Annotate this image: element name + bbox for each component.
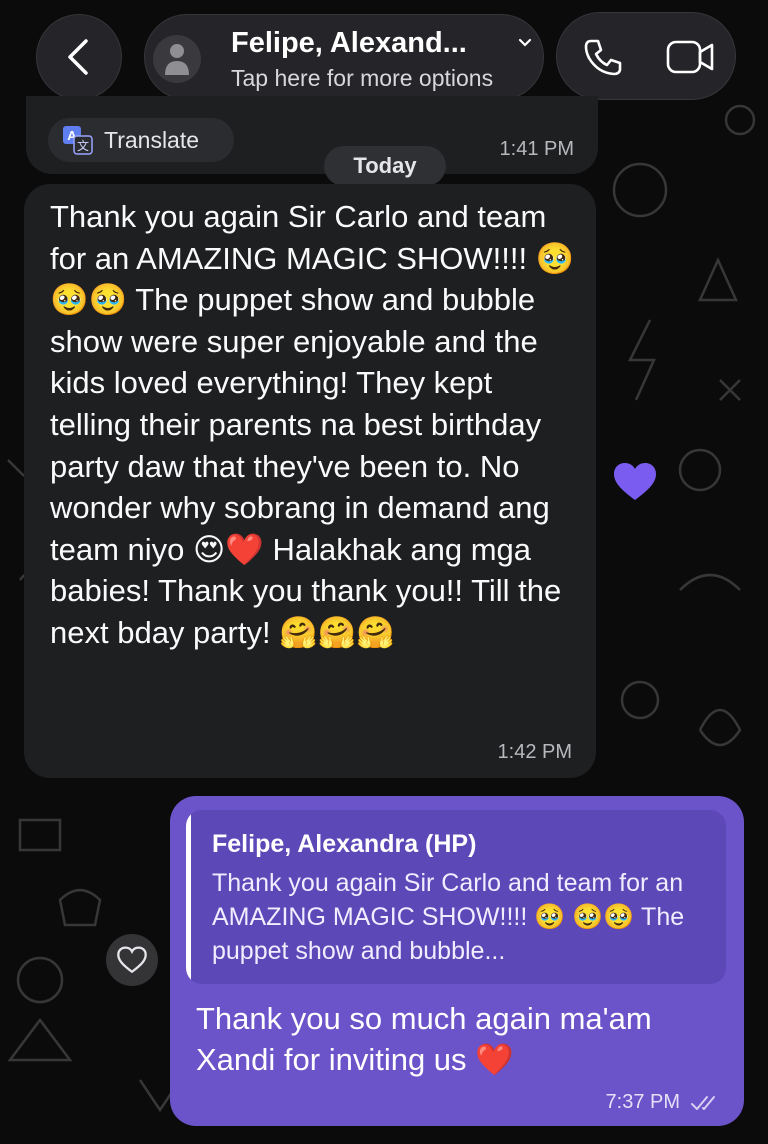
avatar[interactable] (153, 35, 201, 83)
heart-reaction[interactable] (606, 456, 664, 508)
quoted-message[interactable]: Felipe, Alexandra (HP) Thank you again S… (186, 810, 726, 984)
heart-outline-icon (117, 946, 147, 974)
call-actions (556, 12, 736, 100)
previous-message-bubble[interactable]: A 文 Translate 1:41 PM (26, 96, 598, 174)
incoming-message-text: Thank you again Sir Carlo and team for a… (50, 199, 575, 650)
translate-label: Translate (104, 126, 200, 153)
outgoing-message-bubble[interactable]: Felipe, Alexandra (HP) Thank you again S… (170, 796, 744, 1126)
message-timestamp: 1:41 PM (499, 138, 574, 160)
incoming-message-bubble[interactable]: Thank you again Sir Carlo and team for a… (24, 184, 596, 778)
svg-text:文: 文 (77, 138, 89, 153)
message-timestamp: 7:37 PM (605, 1091, 680, 1113)
message-timestamp: 1:42 PM (497, 741, 572, 763)
outgoing-message-text: Thank you so much again ma'am Xandi for … (196, 1001, 652, 1077)
add-reaction-button[interactable] (106, 934, 158, 986)
chevron-left-icon (68, 39, 88, 75)
quote-bar (186, 810, 191, 984)
heart-icon (614, 463, 656, 500)
person-icon (165, 44, 189, 75)
phone-icon[interactable] (581, 35, 625, 79)
translate-button[interactable]: A 文 Translate (48, 118, 234, 162)
back-button[interactable] (36, 14, 122, 100)
date-separator: Today (324, 146, 446, 186)
video-camera-icon[interactable] (665, 35, 717, 79)
conversation-title-button[interactable]: Felipe, Alexand... Tap here for more opt… (144, 14, 544, 100)
chevron-down-icon (518, 38, 532, 47)
conversation-subtitle: Tap here for more options (231, 65, 494, 91)
conversation-name: Felipe, Alexand... (231, 27, 467, 59)
quoted-author: Felipe, Alexandra (HP) (212, 830, 477, 858)
chat-header: Felipe, Alexand... Tap here for more opt… (0, 0, 768, 110)
quoted-text: Thank you again Sir Carlo and team for a… (212, 869, 685, 965)
translate-icon: A 文 (63, 126, 93, 155)
double-check-icon (691, 1096, 715, 1110)
